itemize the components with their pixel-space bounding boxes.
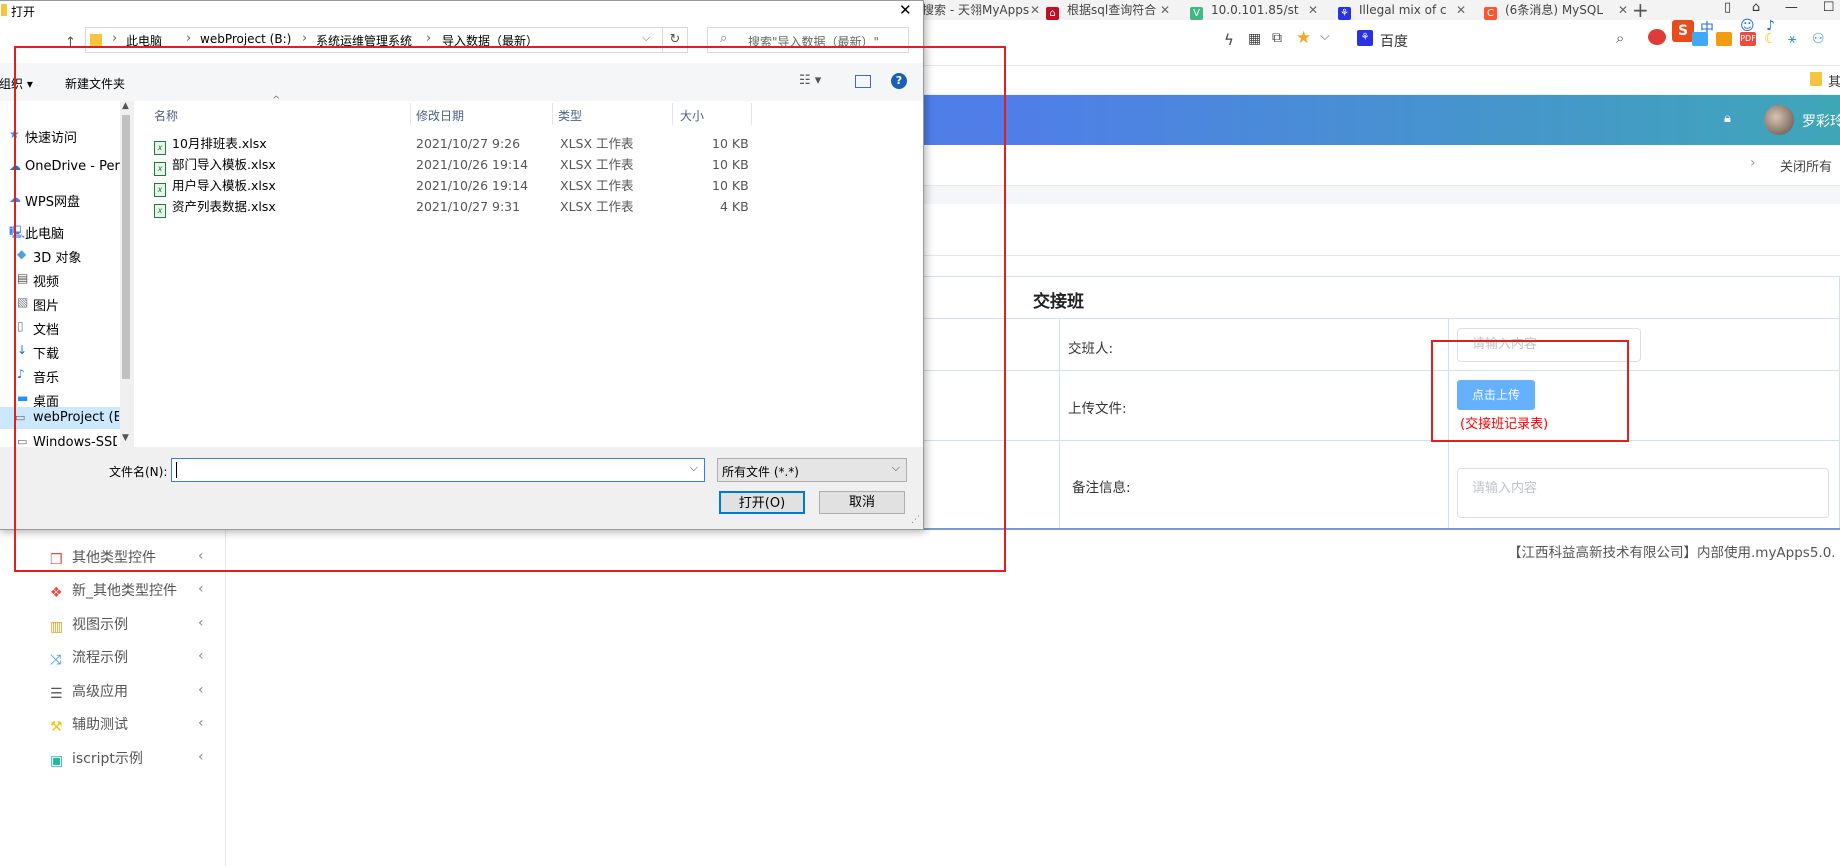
chevron-right-icon: ›: [426, 31, 432, 46]
lock-icon[interactable]: 🔒︎: [1724, 111, 1731, 126]
form-col-divider: [1059, 318, 1060, 530]
close-icon[interactable]: ✕: [1618, 0, 1628, 20]
search-icon: ⌕: [720, 31, 728, 46]
close-all-button[interactable]: 关闭所有: [1780, 156, 1832, 175]
form-label-remarks: 备注信息:: [1072, 480, 1131, 496]
window-controls: ▯ ⌂ — ☐: [1724, 0, 1834, 15]
moon-icon[interactable]: ☾: [1764, 31, 1777, 47]
list-icon: ☰: [50, 686, 63, 702]
breadcrumb-item[interactable]: webProject (B:): [200, 32, 291, 46]
browser-tab[interactable]: V 10.0.101.85/st ✕: [1190, 0, 1320, 20]
sogou-icon[interactable]: S: [1672, 20, 1694, 42]
qr-icon[interactable]: ▦: [1248, 31, 1261, 47]
cubes-icon: ❖: [50, 585, 63, 601]
vue-icon: V: [1190, 7, 1203, 20]
tab-title: (6条消息) MySQL: [1505, 3, 1604, 17]
dialog-title-bar: 打开 ✕: [0, 1, 923, 21]
bookmark-item[interactable]: 其: [1828, 71, 1840, 90]
chevron-left-icon[interactable]: ‹: [198, 749, 204, 765]
form-label-handover-person: 交班人:: [1068, 341, 1114, 357]
search-engine-label[interactable]: 百度: [1380, 31, 1408, 51]
maximize-icon[interactable]: ☐: [1823, 0, 1835, 15]
lightning-icon[interactable]: ϟ: [1224, 31, 1234, 49]
dialog-title: 打开: [11, 5, 36, 19]
folder-icon: [1, 4, 7, 16]
sidebar-item-label: 流程示例: [72, 650, 128, 666]
form-title: 交接班: [1033, 292, 1084, 312]
tab-title: Illegal mix of c: [1359, 3, 1447, 17]
share-icon[interactable]: ⚹: [1788, 31, 1796, 47]
chevron-right-icon: ›: [112, 31, 118, 46]
tab-title: 搜索 - 天翎MyApps: [922, 3, 1030, 17]
annotation-box: [14, 46, 1006, 572]
baidu-icon: ⚘: [1338, 7, 1351, 20]
script-icon: ▣: [50, 753, 64, 769]
extension-icon[interactable]: [1648, 29, 1666, 45]
sidebar-item-new-other-controls[interactable]: ❖ 新_其他类型控件: [50, 581, 177, 601]
browser-tab[interactable]: ⌂ 根据sql查询符合 ✕: [1046, 0, 1172, 20]
sidebar-item-view-examples[interactable]: ▥ 视图示例: [50, 615, 128, 635]
restore-icon[interactable]: ▯: [1724, 0, 1731, 15]
tab-title: 10.0.101.85/st: [1211, 3, 1299, 17]
chevron-down-icon[interactable]: ⌵: [642, 31, 650, 45]
sidebar-item-label: 新_其他类型控件: [72, 583, 177, 599]
user-name[interactable]: 罗彩玲: [1802, 111, 1840, 131]
pdf-icon[interactable]: PDF: [1740, 32, 1756, 46]
browser-tab[interactable]: C (6条消息) MySQL ✕: [1484, 0, 1630, 20]
chevron-right-icon: ›: [186, 31, 192, 46]
chevron-right-icon[interactable]: ›: [1750, 155, 1756, 171]
sidebar-item-label: 高级应用: [72, 684, 128, 700]
chevron-left-icon[interactable]: ‹: [198, 648, 204, 664]
extension-icon[interactable]: [1716, 32, 1732, 46]
columns-icon: ▥: [50, 619, 64, 635]
close-icon[interactable]: ✕: [1308, 0, 1318, 20]
sidebar-item-test-tools[interactable]: ⚒ 辅助测试: [50, 715, 128, 735]
tab-title: 根据sql查询符合: [1067, 3, 1157, 17]
extension-icon[interactable]: [1692, 32, 1708, 46]
shirt-icon[interactable]: ⌂: [1752, 0, 1760, 15]
browser-tab[interactable]: 搜索 - 天翎MyApps ✕: [922, 0, 1042, 20]
form-label-upload-file: 上传文件:: [1068, 401, 1127, 417]
sidebar-item-iscript[interactable]: ▣ iscript示例: [50, 749, 143, 769]
avatar[interactable]: [1764, 105, 1794, 135]
footer-text: 【江西科益高新技术有限公司】内部使用.myApps5.0.: [1508, 545, 1836, 561]
new-tab-button[interactable]: +: [1632, 0, 1649, 22]
folder-icon: [1810, 72, 1822, 86]
favicon-icon: ⌂: [1046, 7, 1059, 20]
sidebar-item-label: iscript示例: [72, 751, 143, 767]
chevron-left-icon[interactable]: ‹: [198, 682, 204, 698]
annotation-box: [1431, 340, 1629, 442]
csdn-icon: C: [1484, 7, 1497, 20]
sidebar-item-flow-examples[interactable]: ⤨ 流程示例: [50, 648, 128, 668]
close-icon[interactable]: ✕: [899, 1, 912, 19]
baidu-icon: ⚘: [1357, 30, 1373, 46]
translate-icon[interactable]: ⧉: [1272, 30, 1282, 46]
chevron-down-icon[interactable]: ⌵: [1320, 29, 1330, 44]
minimize-icon[interactable]: —: [1785, 0, 1798, 15]
sidebar-item-label: 视图示例: [72, 617, 128, 633]
chevron-left-icon[interactable]: ‹: [198, 715, 204, 731]
star-icon[interactable]: ★: [1296, 28, 1311, 48]
folder-icon: [90, 34, 102, 46]
chevron-left-icon[interactable]: ‹: [198, 581, 204, 597]
chevron-right-icon: ›: [302, 31, 308, 46]
close-icon[interactable]: ✕: [1456, 0, 1466, 20]
user-icon[interactable]: ⚇: [1812, 31, 1825, 47]
chevron-left-icon[interactable]: ‹: [198, 615, 204, 631]
close-icon[interactable]: ✕: [1160, 0, 1170, 20]
browser-tab[interactable]: ⚘ Illegal mix of c ✕: [1338, 0, 1468, 20]
close-icon[interactable]: ✕: [1030, 0, 1040, 20]
hammer-icon: ⚒: [50, 719, 63, 735]
sidebar-item-label: 辅助测试: [72, 717, 128, 733]
remarks-textarea[interactable]: 请输入内容: [1457, 468, 1829, 518]
shuffle-icon: ⤨: [50, 652, 62, 668]
search-icon[interactable]: ⌕: [1616, 29, 1624, 47]
sidebar-item-advanced[interactable]: ☰ 高级应用: [50, 682, 128, 702]
